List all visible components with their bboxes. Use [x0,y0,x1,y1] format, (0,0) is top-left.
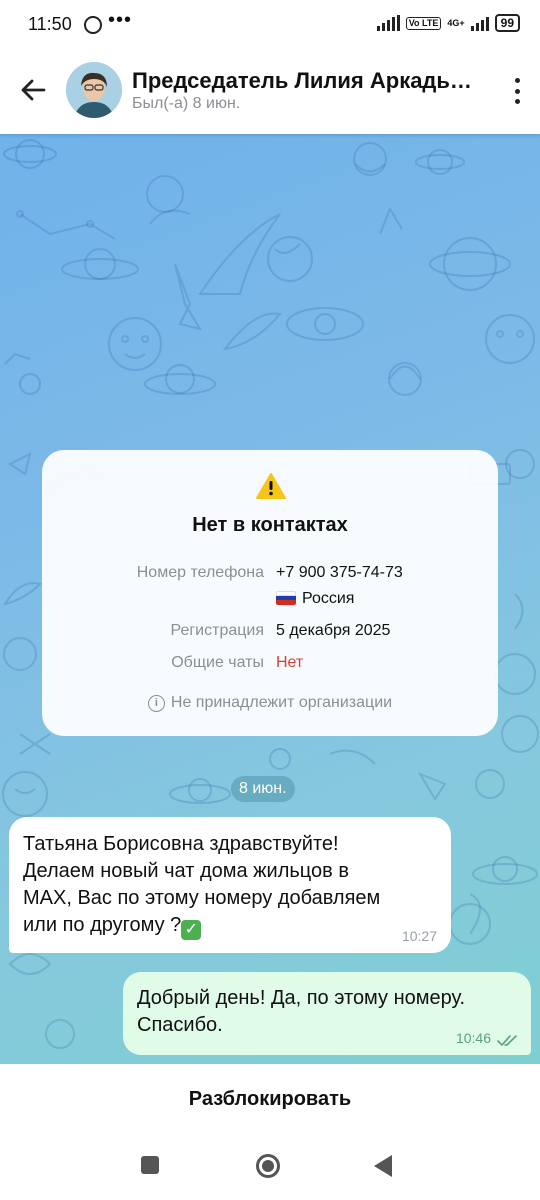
organization-note: i Не принадлежит организации [42,694,498,712]
status-time: 11:50 [28,14,72,34]
country-value: Россия [276,590,354,608]
more-vert-icon-dot [514,88,520,94]
registration-label: Регистрация [170,622,264,639]
russia-flag-icon [276,591,296,605]
message-line: или по другому ? [23,914,182,936]
chat-title[interactable]: Председатель Лилия Аркадь… [132,68,472,94]
contact-info-card: Нет в контактах Номер телефона +7 900 37… [42,450,498,736]
common-chats-value: Нет [276,654,304,671]
more-options-button[interactable] [514,78,520,104]
battery-icon: 99 [494,14,520,32]
avatar-photo [66,62,122,118]
back-button[interactable] [16,72,52,108]
message-line: Спасибо. [137,1014,223,1036]
avatar[interactable] [66,62,122,118]
common-chats-label: Общие чаты [171,654,264,671]
home-button[interactable] [256,1154,280,1178]
chat-area[interactable]: Нет в контактах Номер телефона +7 900 37… [0,134,540,1064]
outgoing-message[interactable]: Добрый день! Да, по этому номеру. Спасиб… [123,972,531,1055]
recents-button[interactable] [141,1156,159,1174]
organization-note-text: Не принадлежит организации [170,694,393,711]
phone-label: Номер телефона [136,564,264,581]
more-vert-icon-dot [514,99,520,104]
system-navigation-bar [0,1134,540,1200]
warning-icon [256,473,286,499]
checkmark-icon: ✓ [181,920,202,940]
last-seen-status: Был(-а) 8 июн. [132,95,241,112]
more-notifications-icon: ••• [108,9,133,31]
messenger-notification-icon [84,16,102,34]
double-check-icon [497,1035,517,1047]
back-arrow-icon [21,79,46,101]
signal-icon-2 [470,15,489,31]
more-vert-icon [514,78,520,83]
message-line: MAX, Вас по этому номеру добавляем [23,887,381,909]
system-back-button[interactable] [374,1155,392,1177]
registration-value: 5 декабря 2025 [276,622,391,639]
message-line: Делаем новый чат дома жильцов в [23,860,349,882]
message-text: Татьяна Борисовна здравствуйте! Делаем н… [23,831,443,940]
country-name: Россия [302,590,355,607]
info-icon: i [147,695,165,712]
status-bar: 11:50 ••• Vo LTE 4G+ 99 [0,0,540,50]
chat-header: Председатель Лилия Аркадь… Был(-а) 8 июн… [0,50,540,134]
message-line: Татьяна Борисовна здравствуйте! [23,833,339,855]
message-time: 10:46 [455,1030,491,1046]
message-time: 10:27 [401,928,437,944]
signal-icon [376,15,400,31]
phone-value[interactable]: +7 900 375-74-73 [276,564,403,582]
card-title: Нет в контактах [192,514,348,536]
date-separator: 8 июн. [231,776,295,802]
network-type: 4G+ [447,17,465,28]
incoming-message[interactable]: Татьяна Борисовна здравствуйте! Делаем н… [9,817,451,953]
volte-badge: Vo LTE [405,16,442,30]
unblock-button[interactable]: Разблокировать [0,1064,540,1134]
message-line: Добрый день! Да, по этому номеру. [137,987,466,1009]
